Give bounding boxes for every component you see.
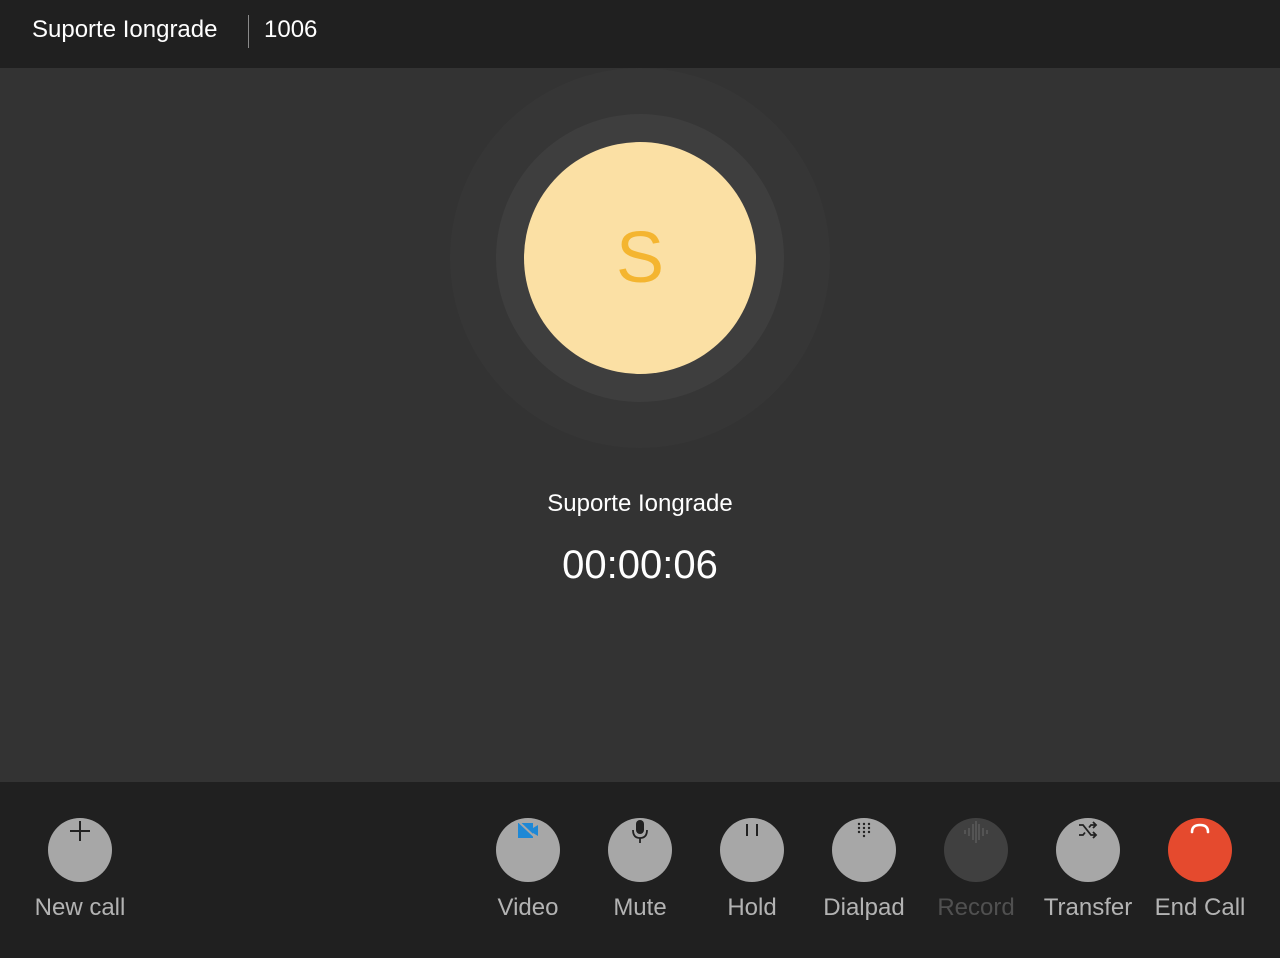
end-call-label: End Call — [1154, 894, 1246, 921]
header-divider — [248, 15, 249, 48]
waveform-icon — [964, 821, 988, 843]
plus-icon — [70, 821, 90, 841]
pause-icon — [746, 824, 758, 836]
call-header: Suporte Iongrade 1006 — [0, 0, 1280, 68]
shuffle-icon — [1079, 821, 1098, 839]
end-call-button[interactable]: End Call — [1144, 818, 1256, 922]
mute-button-circle[interactable] — [608, 818, 672, 882]
video-label: Video — [497, 894, 559, 921]
record-button-circle[interactable] — [944, 818, 1008, 882]
video-off-icon — [518, 821, 538, 840]
avatar-initial: S — [615, 218, 665, 298]
record-label: Record — [937, 894, 1015, 921]
new-call-button-circle[interactable] — [48, 818, 112, 882]
extension-number: 1006 — [264, 16, 318, 43]
transfer-button-circle[interactable] — [1056, 818, 1120, 882]
hold-label: Hold — [727, 894, 777, 921]
video-button-circle[interactable] — [496, 818, 560, 882]
new-call-button[interactable]: New call — [24, 818, 136, 922]
dialpad-button[interactable]: Dialpad — [808, 818, 920, 922]
dialpad-label: Dialpad — [823, 894, 905, 921]
microphone-icon — [632, 820, 648, 843]
transfer-label: Transfer — [1043, 894, 1133, 921]
contact-name: Suporte Iongrade — [32, 16, 218, 43]
caller-name: Suporte Iongrade — [547, 490, 733, 517]
mute-label: Mute — [613, 894, 667, 921]
hangup-icon — [1190, 823, 1210, 834]
hold-button-circle[interactable] — [720, 818, 784, 882]
transfer-button[interactable]: Transfer — [1032, 818, 1144, 922]
dialpad-icon — [857, 822, 871, 838]
video-button[interactable]: Video — [472, 818, 584, 922]
hold-button[interactable]: Hold — [696, 818, 808, 922]
record-button[interactable]: Record — [920, 818, 1032, 922]
new-call-label: New call — [34, 894, 126, 921]
dialpad-button-circle[interactable] — [832, 818, 896, 882]
avatar: S — [524, 142, 756, 374]
call-controls-bar: New call Video Mute Hold Dialpad Record … — [0, 782, 1280, 958]
mute-button[interactable]: Mute — [584, 818, 696, 922]
call-timer: 00:00:06 — [562, 543, 718, 587]
call-panel: S Suporte Iongrade 00:00:06 — [0, 68, 1280, 782]
end-call-button-circle[interactable] — [1168, 818, 1232, 882]
